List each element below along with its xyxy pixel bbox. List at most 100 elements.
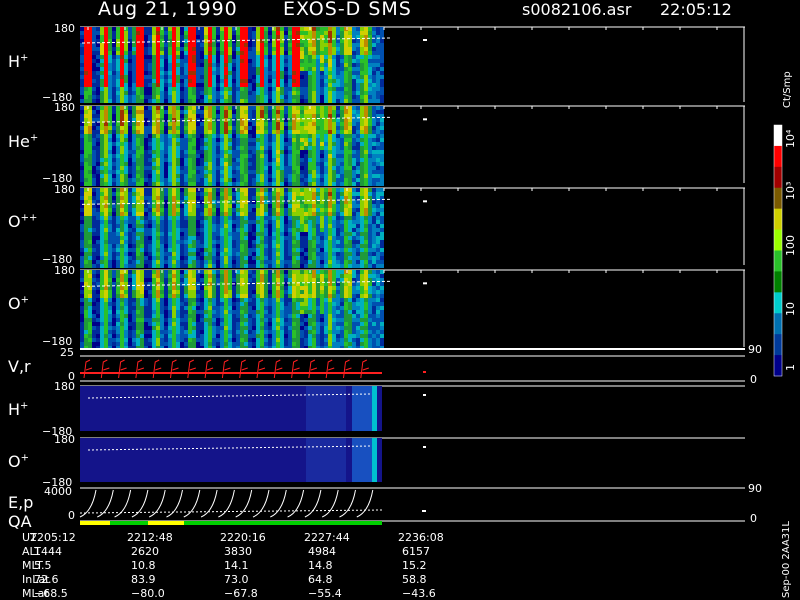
spectrogram-cell bbox=[268, 47, 272, 51]
spectrogram-cell bbox=[148, 240, 152, 244]
spectrogram-cell bbox=[80, 208, 84, 212]
spectrogram-cell bbox=[360, 154, 364, 158]
spectrogram-cell bbox=[132, 310, 136, 314]
spectrogram-cell bbox=[212, 232, 216, 236]
spectrogram-cell bbox=[356, 118, 360, 122]
spectrogram-cell bbox=[180, 162, 184, 166]
spectrogram-cell bbox=[332, 188, 336, 192]
spectrogram-cell bbox=[120, 256, 124, 260]
spectrogram-cell bbox=[96, 106, 100, 110]
spectrogram-cell bbox=[276, 244, 280, 248]
spectrogram-cell bbox=[276, 216, 280, 220]
spectrogram-cell bbox=[176, 252, 180, 256]
spectrogram-cell bbox=[236, 126, 240, 130]
spectrogram-cell bbox=[256, 110, 260, 114]
spectrogram-cell bbox=[248, 196, 252, 200]
spectrogram-cell bbox=[156, 75, 160, 79]
spectrogram-cell bbox=[100, 228, 104, 232]
spectrogram-cell bbox=[296, 55, 300, 59]
spectrogram-cell bbox=[144, 59, 148, 63]
spectrogram-cell bbox=[104, 310, 108, 314]
spectrogram-cell bbox=[288, 27, 292, 31]
spectrogram-cell bbox=[160, 294, 164, 298]
spectrogram-cell bbox=[344, 204, 348, 208]
spectrogram-cell bbox=[112, 83, 116, 87]
spectrogram-cell bbox=[92, 244, 96, 248]
spectrogram-cell bbox=[244, 75, 248, 79]
spectrogram-cell bbox=[224, 264, 228, 268]
spectrogram-cell bbox=[336, 59, 340, 63]
spectrogram-cell bbox=[356, 146, 360, 150]
spectrogram-cell bbox=[320, 192, 324, 196]
spectrogram-cell bbox=[156, 87, 160, 91]
spectrogram-cell bbox=[188, 220, 192, 224]
spectrogram-cell bbox=[192, 130, 196, 134]
spectrogram-cell bbox=[172, 51, 176, 55]
spectrogram-cell bbox=[244, 146, 248, 150]
spectrogram-cell bbox=[132, 106, 136, 110]
spectrogram-cell bbox=[164, 256, 168, 260]
spectrogram-cell bbox=[268, 216, 272, 220]
spectrogram-cell bbox=[120, 106, 124, 110]
spectrogram-cell bbox=[372, 138, 376, 142]
spectrogram-cell bbox=[124, 314, 128, 318]
spectrogram-cell bbox=[132, 170, 136, 174]
spectrogram-cell bbox=[240, 182, 244, 186]
spectrogram-cell bbox=[268, 75, 272, 79]
spectrogram-cell bbox=[200, 166, 204, 170]
spectrogram-cell bbox=[200, 188, 204, 192]
spectrogram-cell bbox=[232, 228, 236, 232]
spectrogram-cell bbox=[216, 35, 220, 39]
spectrogram-cell bbox=[364, 188, 368, 192]
spectrogram-cell bbox=[340, 200, 344, 204]
spectrogram-cell bbox=[264, 35, 268, 39]
spectrogram-cell bbox=[172, 71, 176, 75]
spectrogram-cell bbox=[276, 63, 280, 67]
spectrogram-cell bbox=[84, 298, 88, 302]
spectrogram-cell bbox=[344, 87, 348, 91]
spectrogram-cell bbox=[324, 236, 328, 240]
spectrogram-cell bbox=[356, 204, 360, 208]
spectrogram-cell bbox=[212, 59, 216, 63]
spectrogram-cell bbox=[304, 170, 308, 174]
spectrogram-cell bbox=[152, 162, 156, 166]
spectrogram-cell bbox=[260, 51, 264, 55]
spectrogram-cell bbox=[180, 51, 184, 55]
spectrogram-cell bbox=[352, 188, 356, 192]
spectrogram-cell bbox=[264, 188, 268, 192]
spectrogram-cell bbox=[152, 338, 156, 342]
spectrogram-cell bbox=[336, 55, 340, 59]
spectrogram-cell bbox=[364, 150, 368, 154]
spectrogram-cell bbox=[276, 236, 280, 240]
spectrogram-cell bbox=[108, 302, 112, 306]
spectrogram-cell bbox=[264, 236, 268, 240]
spectrogram-cell bbox=[200, 248, 204, 252]
spectrogram-cell bbox=[284, 99, 288, 103]
spectrogram-cell bbox=[188, 138, 192, 142]
spectrogram-cell bbox=[272, 240, 276, 244]
spectrogram-cell bbox=[328, 248, 332, 252]
spectrogram-cell bbox=[360, 200, 364, 204]
spectrogram-cell bbox=[332, 154, 336, 158]
spectrogram-cell bbox=[224, 182, 228, 186]
spectrogram-cell bbox=[120, 166, 124, 170]
spectrogram-cell bbox=[352, 212, 356, 216]
spectrogram-cell bbox=[216, 228, 220, 232]
spectrogram-cell bbox=[124, 130, 128, 134]
spectrogram-cell bbox=[136, 322, 140, 326]
spectrogram-cell bbox=[152, 63, 156, 67]
spectrogram-cell bbox=[132, 240, 136, 244]
spectrogram-cell bbox=[216, 51, 220, 55]
spectrogram-cell bbox=[204, 192, 208, 196]
spectrogram-cell bbox=[348, 260, 352, 264]
spectrogram-cell bbox=[260, 67, 264, 71]
spectrogram-cell bbox=[248, 182, 252, 186]
spectrogram-cell bbox=[244, 114, 248, 118]
spectrogram-cell bbox=[288, 188, 292, 192]
spectrogram-cell bbox=[204, 196, 208, 200]
spectrogram-cell bbox=[96, 91, 100, 95]
spectrogram-cell bbox=[208, 95, 212, 99]
spectrogram-cell bbox=[156, 170, 160, 174]
spectrogram-cell bbox=[208, 256, 212, 260]
spectrogram-cell bbox=[372, 99, 376, 103]
